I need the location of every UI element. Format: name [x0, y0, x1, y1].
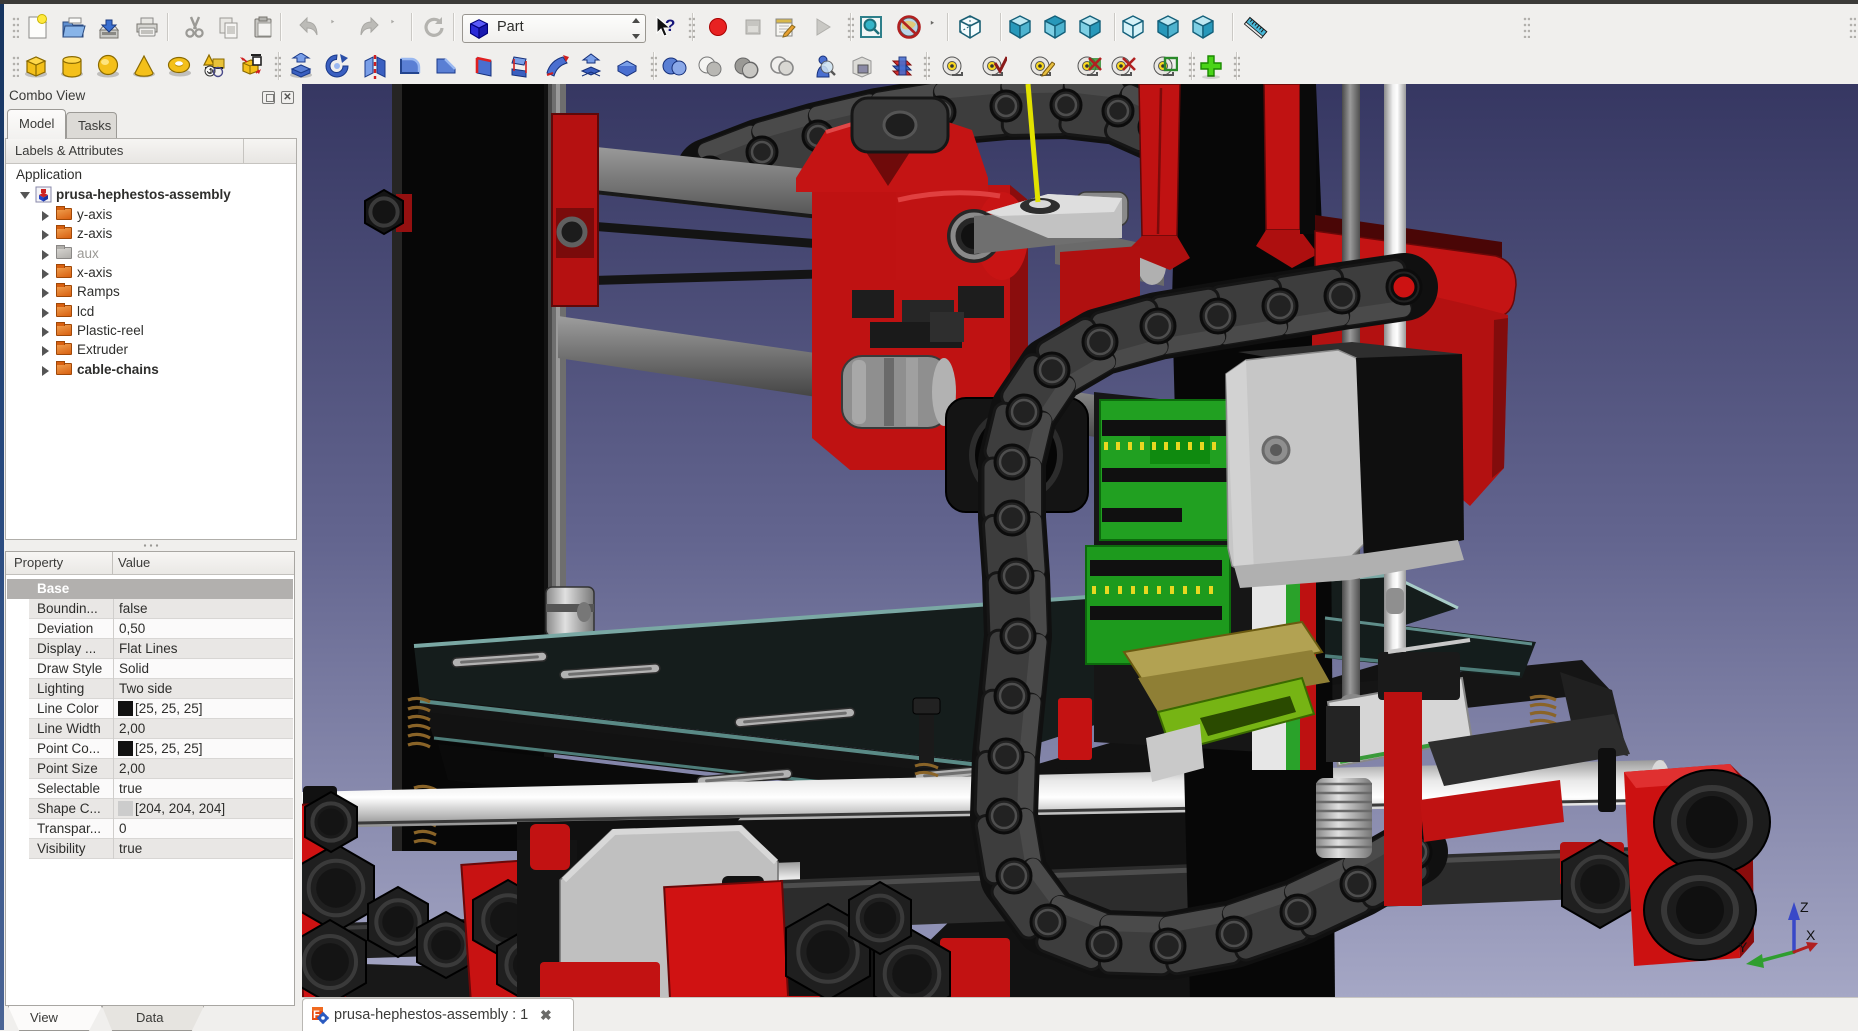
svg-text:?: ? [665, 16, 675, 35]
svg-text:Z: Z [1800, 899, 1809, 915]
svg-text:Y: Y [1738, 939, 1748, 955]
svg-text:X: X [1806, 927, 1816, 943]
